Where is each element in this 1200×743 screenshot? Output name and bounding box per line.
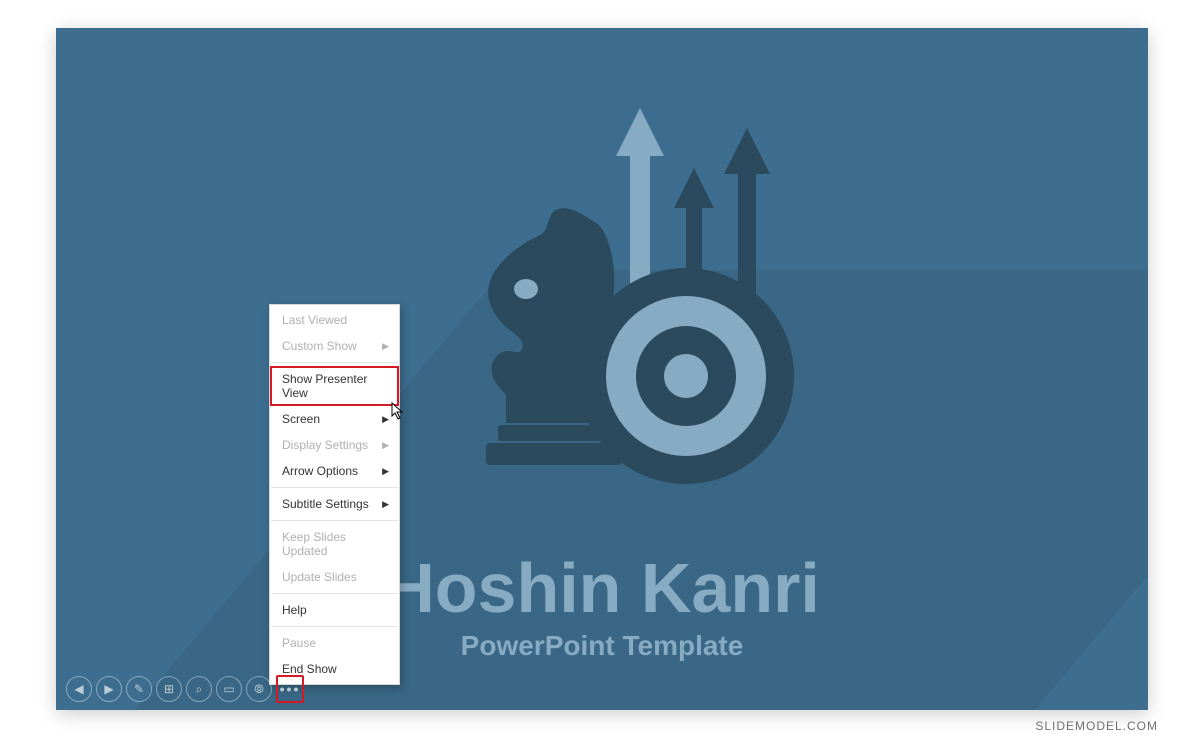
menu-item-help[interactable]: Help — [270, 597, 399, 623]
menu-item-screen[interactable]: Screen ▶ — [270, 406, 399, 432]
watermark: SLIDEMODEL.COM — [1035, 719, 1158, 733]
chevron-right-icon: ▶ — [382, 466, 389, 477]
pen-icon: ✎ — [134, 682, 144, 696]
more-options-button[interactable]: ••• — [276, 675, 304, 703]
ellipsis-icon: ••• — [280, 681, 301, 697]
camera-icon: ⦾ — [254, 682, 264, 697]
grid-icon: ⊞ — [164, 682, 174, 696]
menu-separator — [271, 487, 398, 488]
next-slide-button[interactable]: ▶ — [96, 676, 122, 702]
pen-tool-button[interactable]: ✎ — [126, 676, 152, 702]
menu-label: End Show — [282, 662, 337, 676]
menu-item-custom-show[interactable]: Custom Show ▶ — [270, 333, 399, 359]
menu-separator — [271, 520, 398, 521]
menu-label: Arrow Options — [282, 464, 358, 478]
menu-item-last-viewed[interactable]: Last Viewed — [270, 307, 399, 333]
camera-button[interactable]: ⦾ — [246, 676, 272, 702]
menu-label: Screen — [282, 412, 320, 426]
see-all-slides-button[interactable]: ⊞ — [156, 676, 182, 702]
subtitles-button[interactable]: ▭ — [216, 676, 242, 702]
slide-subtitle: PowerPoint Template — [56, 630, 1148, 662]
menu-label: Help — [282, 603, 307, 617]
menu-label: Last Viewed — [282, 313, 347, 327]
chevron-right-icon: ▶ — [382, 499, 389, 510]
slideshow-toolbar: ◀ ▶ ✎ ⊞ ⌕ ▭ ⦾ ••• — [66, 675, 304, 703]
triangle-left-icon: ◀ — [74, 682, 83, 696]
menu-label: Subtitle Settings — [282, 497, 369, 511]
menu-item-update-slides[interactable]: Update Slides — [270, 564, 399, 590]
menu-label: Show Presenter View — [282, 372, 389, 400]
slideshow-context-menu: Last Viewed Custom Show ▶ Show Presenter… — [269, 304, 400, 685]
menu-item-pause[interactable]: Pause — [270, 630, 399, 656]
prev-slide-button[interactable]: ◀ — [66, 676, 92, 702]
menu-separator — [271, 593, 398, 594]
menu-label: Display Settings — [282, 438, 368, 452]
chevron-right-icon: ▶ — [382, 414, 389, 425]
menu-item-display-settings[interactable]: Display Settings ▶ — [270, 432, 399, 458]
subtitles-icon: ▭ — [223, 682, 234, 696]
target-icon — [576, 266, 796, 486]
menu-separator — [271, 362, 398, 363]
magnifier-icon: ⌕ — [196, 682, 203, 697]
slideshow-frame: Hoshin Kanri PowerPoint Template Last Vi… — [56, 28, 1148, 710]
menu-label: Custom Show — [282, 339, 357, 353]
menu-label: Keep Slides Updated — [282, 530, 389, 558]
menu-item-arrow-options[interactable]: Arrow Options ▶ — [270, 458, 399, 484]
menu-label: Pause — [282, 636, 316, 650]
chevron-right-icon: ▶ — [382, 440, 389, 451]
zoom-button[interactable]: ⌕ — [186, 676, 212, 702]
chevron-right-icon: ▶ — [382, 341, 389, 352]
triangle-right-icon: ▶ — [104, 682, 113, 696]
menu-item-show-presenter-view[interactable]: Show Presenter View — [270, 366, 399, 406]
menu-separator — [271, 626, 398, 627]
slide-title: Hoshin Kanri — [56, 548, 1148, 628]
menu-item-keep-slides-updated[interactable]: Keep Slides Updated — [270, 524, 399, 564]
slide-canvas: Hoshin Kanri PowerPoint Template Last Vi… — [56, 28, 1148, 710]
menu-item-subtitle-settings[interactable]: Subtitle Settings ▶ — [270, 491, 399, 517]
menu-label: Update Slides — [282, 570, 357, 584]
